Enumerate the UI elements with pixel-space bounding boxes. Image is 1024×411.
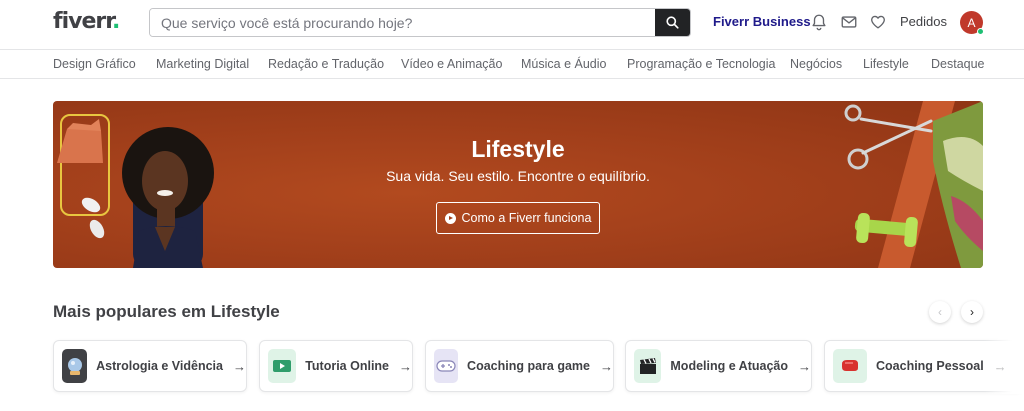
search-icon [666,16,679,29]
gamepad-icon [434,349,459,383]
category-lifestyle[interactable]: Lifestyle [863,57,909,71]
lifestyle-hero-banner: Lifestyle Sua vida. Seu estilo. Encontre… [53,101,983,268]
fiverr-business-link[interactable]: Fiverr Business [713,14,811,29]
category-destaque[interactable]: Destaque [931,57,985,71]
fiverr-logo[interactable]: fiverr. [53,9,120,34]
carousel-next-button[interactable]: › [961,301,983,323]
popular-card-coaching-game[interactable]: Coaching para game → [425,340,614,392]
search-button[interactable] [655,9,690,36]
bell-icon[interactable] [810,13,828,31]
popular-card-astrologia[interactable]: Astrologia e Vidência → [53,340,247,392]
arrow-right-icon: → [399,358,412,374]
how-fiverr-works-label: Como a Fiverr funciona [461,211,592,225]
category-video-animacao[interactable]: Vídeo e Animação [401,57,502,71]
video-play-icon [268,349,297,383]
popular-card-label: Coaching para game [467,359,590,373]
popular-card-modeling[interactable]: Modeling e Atuação → [625,340,812,392]
boxing-glove-icon [833,349,867,383]
popular-card-label: Tutoria Online [305,359,389,373]
avatar-initial: A [967,15,976,30]
envelope-icon[interactable] [840,13,858,31]
online-status-dot [977,28,984,35]
category-programacao-tecnologia[interactable]: Programação e Tecnologia [627,57,775,71]
popular-card-label: Coaching Pessoal [876,359,984,373]
how-fiverr-works-button[interactable]: Como a Fiverr funciona [436,202,600,234]
banner-title: Lifestyle [471,136,565,162]
avatar[interactable]: A [960,11,984,35]
popular-section-title: Mais populares em Lifestyle [53,302,280,321]
category-design-grafico[interactable]: Design Gráfico [53,57,136,71]
clapperboard-icon [634,349,662,383]
arrow-right-icon: → [798,358,811,374]
category-marketing-digital[interactable]: Marketing Digital [156,57,249,71]
play-icon [444,212,456,224]
category-redacao-traducao[interactable]: Redação e Tradução [268,57,384,71]
popular-card-label: Astrologia e Vidência [96,359,223,373]
chevron-left-icon: ‹ [938,305,942,319]
banner-right-illustration [844,101,983,268]
search-input[interactable] [150,9,657,36]
top-header: fiverr. Fiverr Business Pedidos A [0,0,1024,50]
arrow-right-icon: → [600,358,613,374]
banner-subtitle: Sua vida. Seu estilo. Encontre o equilíb… [386,168,650,184]
category-negocios[interactable]: Negócios [790,57,842,71]
logo-dot: . [111,9,120,34]
heart-icon[interactable] [869,13,887,31]
logo-text: fiverr [53,9,113,34]
popular-card-label: Modeling e Atuação [670,359,788,373]
search-bar [149,8,691,37]
category-nav: Design Gráfico Marketing Digital Redação… [0,51,1024,79]
carousel-fade-edge [984,338,1024,394]
category-musica-audio[interactable]: Música e Áudio [521,57,606,71]
crystal-ball-icon [62,349,88,383]
popular-card-tutoria[interactable]: Tutoria Online → [259,340,413,392]
carousel-prev-button[interactable]: ‹ [929,301,951,323]
banner-left-illustration [57,114,214,268]
chevron-right-icon: › [970,305,974,319]
arrow-right-icon: → [233,358,246,374]
orders-link[interactable]: Pedidos [900,14,947,29]
